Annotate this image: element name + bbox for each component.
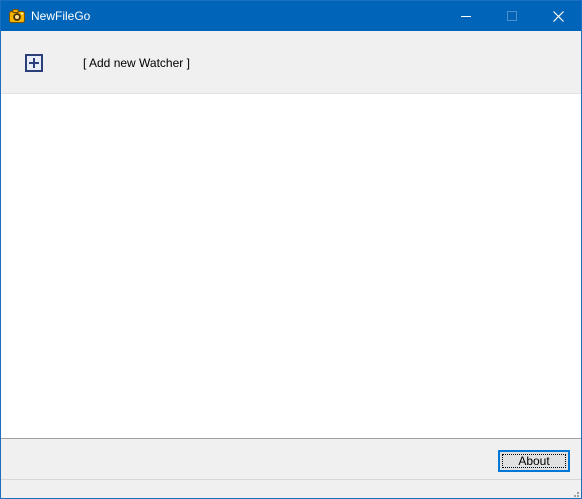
title-bar[interactable]: NewFileGo xyxy=(1,1,581,31)
close-icon xyxy=(552,10,564,22)
add-watcher-link[interactable]: [ Add new Watcher ] xyxy=(83,56,190,70)
about-button-label: About xyxy=(518,454,550,468)
app-window: NewFileGo [Add new Watcher] About xyxy=(0,0,582,499)
status-bar xyxy=(1,479,581,498)
maximize-icon xyxy=(507,11,517,21)
watcher-list xyxy=(1,94,581,438)
size-grip-icon[interactable] xyxy=(569,487,579,497)
close-button[interactable] xyxy=(535,1,581,31)
window-title: NewFileGo xyxy=(31,9,91,23)
bottom-bar: About xyxy=(1,438,581,479)
maximize-button[interactable] xyxy=(489,1,535,31)
minimize-button[interactable] xyxy=(443,1,489,31)
camera-app-icon xyxy=(9,8,25,24)
about-button[interactable]: About xyxy=(498,450,570,472)
plus-box-icon[interactable] xyxy=(25,54,43,72)
watcher-toolbar: [ Add new Watcher ] xyxy=(1,31,581,94)
minimize-icon xyxy=(461,11,471,21)
